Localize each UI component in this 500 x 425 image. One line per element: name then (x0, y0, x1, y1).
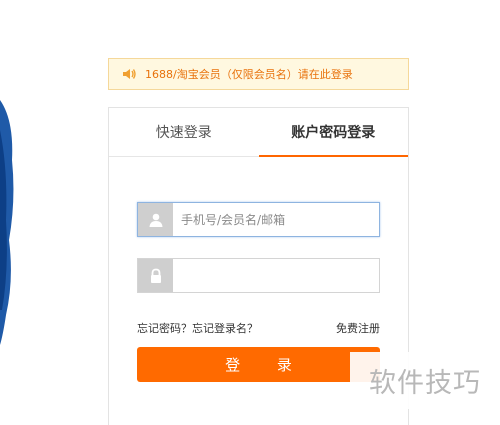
notice-text: 1688/淘宝会员（仅限会员名）请在此登录 (145, 68, 353, 81)
blue-brush-decoration (0, 100, 14, 345)
password-input[interactable] (173, 259, 379, 292)
lock-icon (138, 259, 173, 292)
register-link[interactable]: 免费注册 (336, 320, 380, 336)
username-input[interactable] (173, 203, 379, 236)
helper-links: 忘记密码？忘记登录名？ 免费注册 (137, 320, 380, 336)
speaker-icon (123, 69, 136, 79)
login-tabs: 快速登录 账户密码登录 (109, 108, 408, 157)
tab-password-login[interactable]: 账户密码登录 (258, 108, 408, 157)
login-notice-bar: 1688/淘宝会员（仅限会员名）请在此登录 (108, 58, 409, 90)
login-button[interactable]: 登 录 (137, 347, 380, 382)
password-field[interactable] (137, 258, 380, 293)
user-icon (138, 203, 173, 236)
forgot-password-link[interactable]: 忘记密码？忘记登录名？ (137, 320, 258, 336)
tab-quick-login[interactable]: 快速登录 (109, 108, 259, 156)
watermark: 软件技巧 (350, 352, 500, 409)
username-field[interactable] (137, 202, 380, 237)
